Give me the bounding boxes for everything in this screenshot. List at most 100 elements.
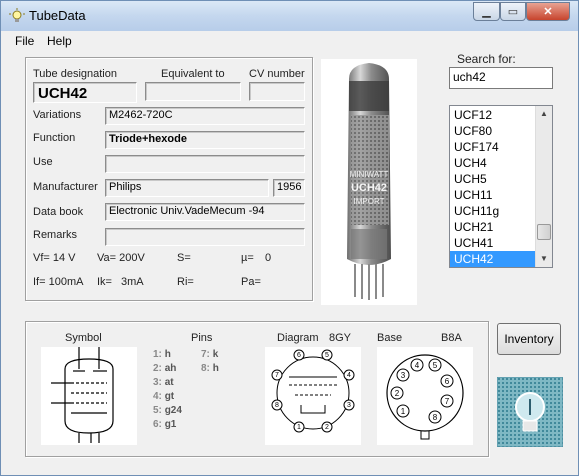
variations-label: Variations [33, 109, 82, 121]
pins-label: Pins [191, 332, 213, 344]
manufacturer-field: Philips [105, 179, 269, 197]
pin-entry: 2: ah [153, 362, 182, 376]
pin-diagram-icon: 6 5 7 4 8 3 1 2 [265, 347, 361, 445]
tube-list[interactable]: UCF12 UCF80 UCF174 UCH4 UCH5 UCH11 UCH11… [449, 105, 553, 268]
tube-designation-label: Tube designation [33, 68, 117, 80]
databook-field: Electronic Univ.VadeMecum -94 [105, 203, 305, 221]
if-value: If= 100mA [33, 276, 84, 288]
cv-number-label: CV number [249, 68, 305, 80]
base-diagram-icon: 3 2 1 4 5 6 7 8 [377, 347, 473, 445]
svg-text:1: 1 [297, 424, 301, 431]
scroll-thumb[interactable] [537, 224, 551, 240]
tube-logo-icon[interactable] [497, 377, 563, 447]
svg-text:3: 3 [347, 402, 351, 409]
search-input[interactable]: uch42 [449, 67, 553, 89]
pin-number: 5: [153, 405, 162, 416]
title-bar: TubeData ▁ ▭ ✕ [1, 1, 578, 31]
tube-symbol-icon [41, 347, 137, 445]
year-field: 1956 [273, 179, 305, 197]
menu-help[interactable]: Help [47, 34, 72, 48]
menu-bar: File Help [1, 31, 578, 51]
tube-designation-field: UCH42 [33, 82, 137, 103]
pin-number: 4: [153, 391, 162, 402]
pin-number: 2: [153, 363, 162, 374]
pin-value: g1 [164, 419, 177, 430]
remarks-field [105, 228, 305, 246]
pin-entry: 3: at [153, 376, 182, 390]
pin-value: h [212, 363, 219, 374]
close-button[interactable]: ✕ [526, 2, 570, 21]
svg-text:4: 4 [347, 372, 351, 379]
base-pin: 3 [401, 371, 406, 380]
pin-number: 1: [153, 349, 162, 360]
menu-file[interactable]: File [15, 34, 34, 48]
function-field: Triode+hexode [105, 131, 305, 149]
vf-value: Vf= 14 V [33, 252, 76, 264]
equivalent-field [145, 82, 241, 101]
pa-label: Pa= [241, 276, 261, 288]
base-code: B8A [441, 332, 462, 344]
pins-list-right: 7: k 8: h [201, 348, 219, 376]
scroll-down-icon[interactable]: ▼ [536, 251, 552, 267]
variations-field: M2462-720C [105, 107, 305, 125]
scroll-up-icon[interactable]: ▲ [536, 106, 552, 122]
ik-value: 3mA [121, 276, 144, 288]
pin-entry: 5: g24 [153, 404, 182, 418]
pin-value: at [164, 377, 174, 388]
mu-label: µ= [241, 252, 254, 264]
use-field [105, 155, 305, 173]
list-scrollbar[interactable]: ▲ ▼ [535, 106, 552, 267]
svg-text:5: 5 [325, 352, 329, 359]
mu-value: 0 [265, 252, 272, 264]
tube-photo-icon: MINIWATT UCH42 IMPORT [321, 59, 417, 305]
pin-entry: 7: k [201, 348, 219, 362]
photo-print-3: IMPORT [354, 197, 385, 206]
pin-entry: 4: gt [153, 390, 182, 404]
diagram-label: Diagram [277, 332, 319, 344]
inventory-button[interactable]: Inventory [497, 323, 561, 355]
function-label: Function [33, 132, 76, 144]
base-pin: 5 [433, 361, 438, 370]
diagram-code: 8GY [329, 332, 352, 344]
pin-number: 7: [201, 349, 210, 360]
pin-number: 6: [153, 419, 162, 430]
symbol-label: Symbol [65, 332, 102, 344]
pin-entry: 8: h [201, 362, 219, 376]
ri-label: Ri= [177, 276, 194, 288]
base-pin: 6 [445, 377, 450, 386]
pins-list: 1: h 2: ah 3: at 4: gt 5: g24 6: g1 [153, 348, 182, 432]
pin-value: k [212, 349, 219, 360]
pin-value: ah [164, 363, 177, 374]
use-label: Use [33, 156, 53, 168]
search-label: Search for: [457, 52, 516, 66]
list-item-selected[interactable]: UCH42 [450, 251, 535, 267]
base-pin: 2 [395, 389, 400, 398]
s-label: S= [177, 252, 191, 264]
window-title: TubeData [29, 8, 86, 23]
app-window: TubeData ▁ ▭ ✕ File Help Tube designatio… [0, 0, 579, 476]
pin-value: h [164, 349, 171, 360]
pin-value: g24 [164, 405, 182, 416]
remarks-label: Remarks [33, 229, 78, 241]
pin-value: gt [164, 391, 175, 402]
svg-text:7: 7 [275, 372, 279, 379]
base-pin: 8 [433, 413, 438, 422]
base-pin: 1 [401, 407, 406, 416]
svg-text:6: 6 [297, 352, 301, 359]
minimize-button[interactable]: ▁ [473, 2, 500, 21]
maximize-button[interactable]: ▭ [500, 2, 526, 21]
pin-number: 3: [153, 377, 162, 388]
photo-print-2: UCH42 [351, 182, 387, 194]
pin-entry: 6: g1 [153, 418, 182, 432]
va-value: Va= 200V [97, 252, 145, 264]
svg-text:2: 2 [325, 424, 329, 431]
svg-text:8: 8 [275, 402, 279, 409]
pin-entry: 1: h [153, 348, 182, 362]
manufacturer-label: Manufacturer [33, 181, 98, 193]
lightbulb-icon [9, 8, 25, 22]
base-label: Base [377, 332, 403, 344]
ik-label: Ik= [97, 276, 112, 288]
base-pin: 4 [415, 361, 420, 370]
databook-label: Data book [33, 206, 84, 218]
cv-number-field [249, 82, 305, 101]
